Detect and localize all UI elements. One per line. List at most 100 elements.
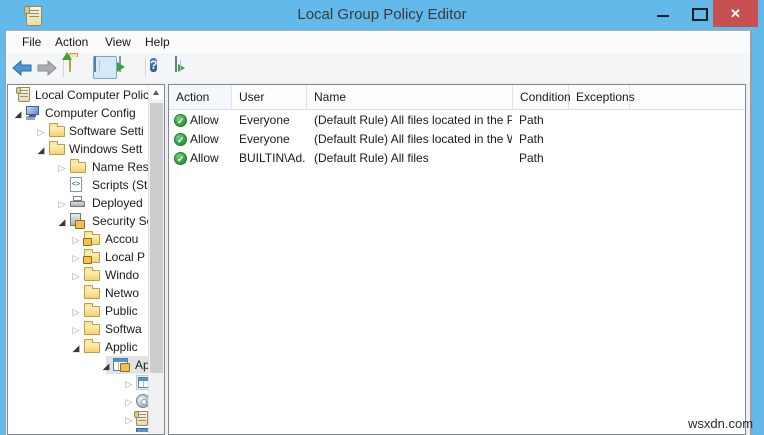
forward-button[interactable] (35, 56, 59, 79)
expander-icon[interactable] (70, 266, 82, 284)
server-lock-icon (70, 213, 85, 229)
tree-item[interactable] (8, 428, 149, 434)
folder-icon (84, 321, 100, 335)
tree-item[interactable] (8, 410, 149, 428)
cell-action: Allow (190, 132, 219, 146)
expander-icon[interactable] (70, 338, 82, 356)
tree-item[interactable]: Applic (8, 338, 149, 356)
tree-item[interactable]: Computer Config (8, 104, 149, 122)
expander-icon[interactable] (56, 158, 68, 176)
tree-item[interactable]: Software Setti (8, 122, 149, 140)
close-button[interactable]: ✕ (713, 0, 758, 27)
expander-icon[interactable] (12, 104, 24, 122)
tree-item[interactable]: Name Res (8, 158, 149, 176)
column-header-action[interactable]: Action (169, 85, 232, 109)
folder-lock-icon (83, 231, 100, 246)
back-arrow-icon (12, 60, 32, 76)
cell-condition: Path (519, 151, 544, 165)
tree-item[interactable]: Ap (8, 356, 149, 374)
expander-icon[interactable] (35, 140, 47, 158)
tree-item-label: Name Res (92, 160, 149, 174)
table-row[interactable]: Allow Everyone (Default Rule) All files … (169, 111, 745, 131)
column-header-condition[interactable]: Condition (513, 85, 571, 109)
tree-item-label: Local Computer Polic (35, 88, 149, 102)
scrollbar-up-arrow[interactable] (149, 85, 164, 100)
expander-icon[interactable] (56, 212, 68, 230)
folder-icon (84, 339, 100, 353)
minimize-button[interactable] (655, 8, 673, 22)
tree-item-label: Netwo (105, 286, 140, 300)
folder-icon (84, 267, 100, 281)
script-doc-icon: <> (70, 177, 82, 192)
tree-item-label: Deployed (92, 196, 143, 210)
cell-user: Everyone (239, 132, 290, 146)
rules-list-pane: Action User Name Condition Exceptions Al… (168, 84, 746, 435)
tree-item[interactable]: Public (8, 302, 149, 320)
table-header: Action User Name Condition Exceptions (169, 85, 745, 110)
tree-item-label: Softwa (105, 322, 142, 336)
menu-view[interactable]: View (103, 31, 133, 53)
tree-item[interactable] (8, 392, 149, 410)
expander-icon[interactable] (56, 194, 68, 212)
expander-icon[interactable] (123, 374, 135, 392)
menu-help[interactable]: Help (143, 31, 172, 53)
allow-check-icon (174, 112, 187, 131)
tree-item[interactable]: Security Se (8, 212, 149, 230)
gpedit-window: Local Group Policy Editor ✕ File Action … (0, 0, 764, 435)
column-header-user[interactable]: User (232, 85, 307, 109)
menu-bar: File Action View Help (6, 31, 750, 53)
computer-icon (24, 106, 40, 120)
tree-item[interactable]: <> Scripts (Sta (8, 176, 149, 194)
tree-item-label: Windo (105, 268, 140, 282)
folder-icon (84, 285, 100, 299)
window-body: File Action View Help ? Local Computer P… (5, 30, 752, 435)
expander-icon[interactable] (123, 392, 135, 410)
cell-action: Allow (190, 151, 219, 165)
up-one-level-button[interactable] (62, 52, 92, 79)
applocker-icon (113, 358, 130, 372)
column-header-exceptions[interactable]: Exceptions (569, 85, 635, 109)
scroll-icon (134, 411, 148, 426)
tree-item[interactable]: Local Computer Polic (8, 86, 149, 104)
scrollbar-thumb[interactable] (150, 103, 163, 373)
cell-name: (Default Rule) All files (314, 151, 429, 165)
tree-item-label: Software Setti (69, 124, 144, 138)
title-bar: Local Group Policy Editor ✕ (0, 0, 764, 30)
table-row[interactable]: Allow BUILTIN\Ad... (Default Rule) All f… (169, 149, 745, 169)
tree-item[interactable]: Accou (8, 230, 149, 248)
cell-user: BUILTIN\Ad... (239, 151, 305, 165)
expander-icon[interactable] (100, 356, 112, 374)
maximize-button[interactable] (690, 7, 708, 22)
window-title: Local Group Policy Editor (297, 6, 467, 23)
tree-item[interactable] (8, 374, 149, 392)
tree-item[interactable]: Softwa (8, 320, 149, 338)
menu-action[interactable]: Action (53, 31, 90, 53)
menu-file[interactable]: File (20, 31, 43, 53)
watermark: wsxdn.com (688, 416, 754, 431)
help-button[interactable]: ? (149, 56, 173, 79)
tree-item-label: Windows Sett (69, 142, 143, 156)
expander-icon[interactable] (70, 230, 82, 248)
back-button[interactable] (10, 56, 34, 79)
tree-item-label: Local P (105, 250, 146, 264)
tree-item[interactable]: Local P (8, 248, 149, 266)
export-list-button[interactable] (117, 56, 142, 79)
expander-icon[interactable] (70, 320, 82, 338)
expander-icon[interactable] (70, 302, 82, 320)
expander-icon[interactable] (70, 248, 82, 266)
tree-item[interactable]: Netwo (8, 284, 149, 302)
expander-icon[interactable] (35, 122, 47, 140)
new-window-button[interactable] (174, 56, 198, 79)
printer-icon (70, 196, 85, 209)
tree-scrollbar[interactable] (148, 85, 164, 434)
table-row[interactable]: Allow Everyone (Default Rule) All files … (169, 130, 745, 150)
cell-exceptions (575, 149, 630, 168)
toolbar-separator (145, 58, 146, 77)
tree-item[interactable]: Windo (8, 266, 149, 284)
cell-exceptions (575, 130, 630, 149)
tree-item[interactable]: Deployed (8, 194, 149, 212)
tree-item-label: Applic (105, 340, 138, 354)
column-header-name[interactable]: Name (307, 85, 513, 109)
tree-item[interactable]: Windows Sett (8, 140, 149, 158)
show-console-tree-button[interactable] (93, 56, 117, 79)
